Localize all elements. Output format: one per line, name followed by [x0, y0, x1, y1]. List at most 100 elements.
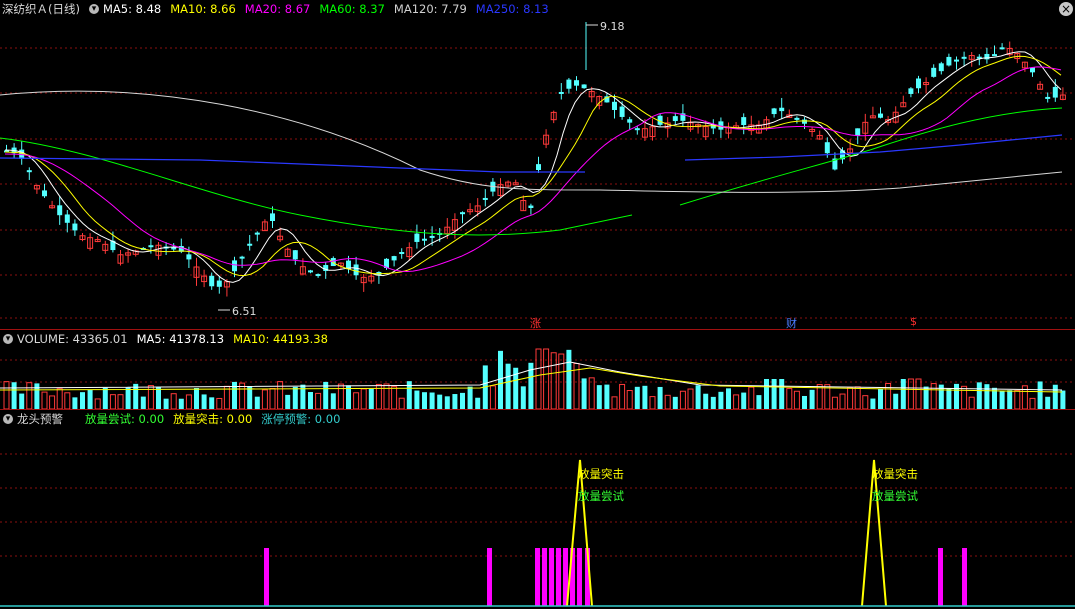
- volume-pane[interactable]: ▾ VOLUME: 43365.01 MA5: 41378.13 MA10: 4…: [0, 330, 1075, 410]
- ma10-label: MA10: 8.66: [170, 2, 236, 16]
- alert-bar: [556, 548, 561, 606]
- volume-bar: [125, 387, 131, 409]
- price-chart[interactable]: [0, 0, 1075, 330]
- volume-bar: [870, 398, 876, 409]
- volume-bar: [999, 390, 1005, 409]
- volume-bar: [444, 396, 450, 409]
- candle-body: [460, 212, 465, 215]
- volume-bar: [19, 393, 25, 409]
- volume-bar: [779, 379, 785, 409]
- alert-bar: [938, 548, 943, 606]
- candle-body: [574, 80, 579, 86]
- signal-breakout-label: 放量突击: [872, 467, 918, 481]
- candle-body: [771, 108, 777, 115]
- candle-body: [42, 190, 47, 197]
- candle-body: [64, 214, 70, 223]
- volume-bar: [216, 397, 223, 410]
- volume-bar: [269, 388, 276, 410]
- ma250-line: [0, 134, 1063, 173]
- candle-body: [984, 53, 990, 60]
- candle-body: [292, 250, 298, 260]
- signal-attempt-label: 放量尝试: [872, 489, 918, 503]
- volume-bar: [26, 382, 33, 410]
- volume-bar: [254, 396, 260, 409]
- volume-bar: [353, 392, 360, 410]
- candle-body: [148, 245, 154, 248]
- high-price-label: 9.18: [600, 20, 625, 33]
- close-icon[interactable]: ×: [1059, 2, 1073, 16]
- candle-body: [627, 119, 633, 123]
- volume-bar: [649, 396, 656, 410]
- candle-body: [232, 260, 237, 272]
- volume-bar: [581, 378, 587, 409]
- volume-bar: [437, 394, 443, 409]
- volume-bar: [1052, 384, 1058, 409]
- price-pane[interactable]: 深纺织Ａ(日线) ▾ MA5: 8.48 MA10: 8.66 MA20: 8.…: [0, 0, 1075, 330]
- volume-bar: [954, 383, 959, 409]
- indicator-attempt-label: 放量尝试: 0.00: [85, 412, 165, 426]
- volume-bar: [748, 386, 755, 410]
- volume-bar: [733, 394, 740, 410]
- volume-bar: [337, 383, 344, 410]
- candle-body: [422, 238, 427, 241]
- volume-bar: [831, 396, 838, 410]
- indicator-chart[interactable]: [0, 410, 1075, 609]
- volume-bar: [588, 377, 595, 410]
- volume-bar: [893, 393, 899, 409]
- indicator-pane[interactable]: ▾ 龙头预警 放量尝试: 0.00 放量突击: 0.00 涨停预警: 0.00 …: [0, 410, 1075, 609]
- volume-bar: [520, 386, 526, 409]
- volume-bar: [984, 384, 990, 409]
- volume-bar: [489, 385, 496, 410]
- price-header: 深纺织Ａ(日线) ▾ MA5: 8.48 MA10: 8.66 MA20: 8.…: [0, 0, 558, 18]
- volume-bar: [756, 395, 762, 409]
- candle-body: [581, 84, 587, 89]
- volume-bar: [140, 396, 146, 409]
- volume-bar: [946, 388, 952, 409]
- candle-body: [946, 56, 952, 66]
- candle-body: [482, 197, 488, 200]
- dividend-marker[interactable]: $: [910, 315, 917, 328]
- volume-bar: [1045, 396, 1051, 409]
- volume-bar: [94, 398, 101, 410]
- volume-bar: [718, 391, 724, 409]
- volume-bar: [72, 397, 78, 409]
- chevron-down-icon[interactable]: ▾: [88, 4, 99, 14]
- volume-bar: [3, 381, 10, 410]
- volume-bar: [550, 352, 557, 410]
- indicator-limitup-label: 涨停预警: 0.00: [261, 412, 341, 426]
- volume-bar: [34, 383, 40, 409]
- volume-bar: [498, 350, 503, 409]
- candle-body: [315, 274, 321, 277]
- stock-title: 深纺织Ａ(日线): [2, 2, 80, 16]
- volume-bar: [726, 388, 731, 409]
- volume-bar: [383, 383, 390, 410]
- signal-attempt-label: 放量尝试: [578, 489, 624, 503]
- ma60-line: [679, 107, 1063, 206]
- candle-body: [938, 63, 944, 72]
- volume-bar: [170, 393, 177, 410]
- volume-bar: [201, 394, 207, 409]
- candle-body: [216, 280, 222, 287]
- volume-bar: [429, 392, 435, 409]
- signal-breakout-label: 放量突击: [578, 467, 624, 481]
- candle-body: [779, 107, 785, 112]
- volume-bar: [657, 386, 663, 409]
- volume-bar: [793, 390, 800, 410]
- volume-bar: [907, 378, 914, 410]
- volume-bar: [687, 388, 694, 410]
- chevron-down-icon[interactable]: ▾: [3, 414, 13, 424]
- volume-bar: [535, 348, 542, 410]
- volume-bar: [156, 387, 161, 409]
- volume-bar: [611, 396, 618, 410]
- volume-bar: [764, 379, 769, 409]
- candle-body: [1052, 86, 1058, 98]
- candle-body: [954, 59, 959, 62]
- volume-bar: [422, 392, 427, 409]
- indicator-header: ▾ 龙头预警 放量尝试: 0.00 放量突击: 0.00 涨停预警: 0.00: [0, 410, 349, 428]
- chevron-down-icon[interactable]: ▾: [3, 334, 13, 344]
- volume-bar: [642, 385, 648, 409]
- volume-bar: [619, 383, 626, 410]
- candle-body: [186, 254, 192, 260]
- volume-bar: [543, 348, 550, 410]
- volume-bar: [475, 397, 481, 409]
